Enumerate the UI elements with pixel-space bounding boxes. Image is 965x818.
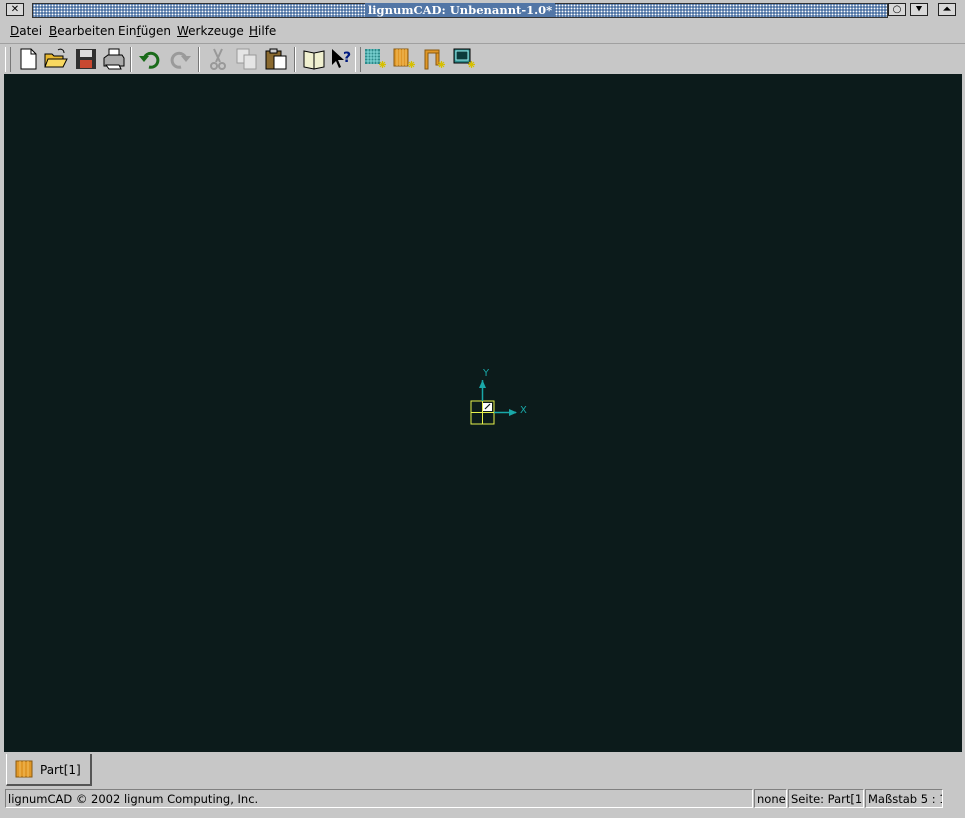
copy-icon[interactable] <box>234 46 260 72</box>
toolbar-separator <box>294 47 296 72</box>
open-folder-icon[interactable] <box>43 46 69 72</box>
menu-datei[interactable]: Datei <box>10 24 42 38</box>
new-part-icon[interactable] <box>391 46 417 72</box>
tab-label: Part[1] <box>40 763 81 777</box>
toolbar-grip[interactable] <box>5 47 11 72</box>
toolbar-separator <box>198 47 200 72</box>
svg-text:?: ? <box>343 50 351 66</box>
x-axis-label: X <box>520 405 527 416</box>
new-page-icon[interactable] <box>362 46 388 72</box>
new-drawing-icon[interactable] <box>451 46 477 72</box>
close-icon[interactable]: ✕ <box>6 3 24 16</box>
window-title: lignumCAD: Unbenannt-1.0* <box>364 3 556 17</box>
status-mode: none <box>754 789 787 808</box>
status-bar: lignumCAD © 2002 lignum Computing, Inc. … <box>0 788 965 810</box>
part-icon <box>15 760 33 781</box>
menu-einfuegen[interactable]: Einfügen <box>118 24 171 38</box>
drawing-canvas[interactable]: Y X <box>4 74 962 752</box>
origin-view: Y X <box>470 368 527 425</box>
status-message: lignumCAD © 2002 lignum Computing, Inc. <box>5 789 753 808</box>
title-bar-fill[interactable]: lignumCAD: Unbenannt-1.0* <box>32 3 888 18</box>
redo-icon[interactable] <box>167 46 193 72</box>
title-bar: ✕ lignumCAD: Unbenannt-1.0* ○ ⯆ ⏶ <box>0 0 965 19</box>
save-icon[interactable] <box>73 46 99 72</box>
toolbar: ? <box>3 44 963 74</box>
menu-bar: Datei Bearbeiten Einfügen Werkzeuge Hilf… <box>0 19 965 44</box>
menu-bearbeiten[interactable]: Bearbeiten <box>49 24 115 38</box>
new-file-icon[interactable] <box>15 46 41 72</box>
y-axis-label: Y <box>482 368 490 379</box>
minimize-icon[interactable]: ○ <box>888 3 906 16</box>
page-tab-bar: Part[1] <box>4 752 962 786</box>
shade-icon[interactable]: ⯆ <box>910 3 928 16</box>
cut-icon[interactable] <box>205 46 231 72</box>
toolbar-separator <box>130 47 132 72</box>
y-axis-arrow <box>479 380 486 388</box>
tab-part-1[interactable]: Part[1] <box>6 754 92 786</box>
manual-book-icon[interactable] <box>301 46 327 72</box>
whats-this-icon[interactable]: ? <box>328 46 354 72</box>
status-page: Seite: Part[1] <box>788 789 864 808</box>
status-scale: Maßstab 5 : 1 <box>865 789 943 808</box>
menu-werkzeuge[interactable]: Werkzeuge <box>177 24 244 38</box>
paste-icon[interactable] <box>263 46 289 72</box>
undo-icon[interactable] <box>137 46 163 72</box>
maximize-icon[interactable]: ⏶ <box>938 3 956 16</box>
new-assembly-icon[interactable] <box>421 46 447 72</box>
x-axis-arrow <box>509 409 517 416</box>
toolbar-grip[interactable] <box>355 47 361 72</box>
print-icon[interactable] <box>101 46 127 72</box>
menu-hilfe[interactable]: Hilfe <box>249 24 276 38</box>
origin-marker <box>470 400 495 425</box>
